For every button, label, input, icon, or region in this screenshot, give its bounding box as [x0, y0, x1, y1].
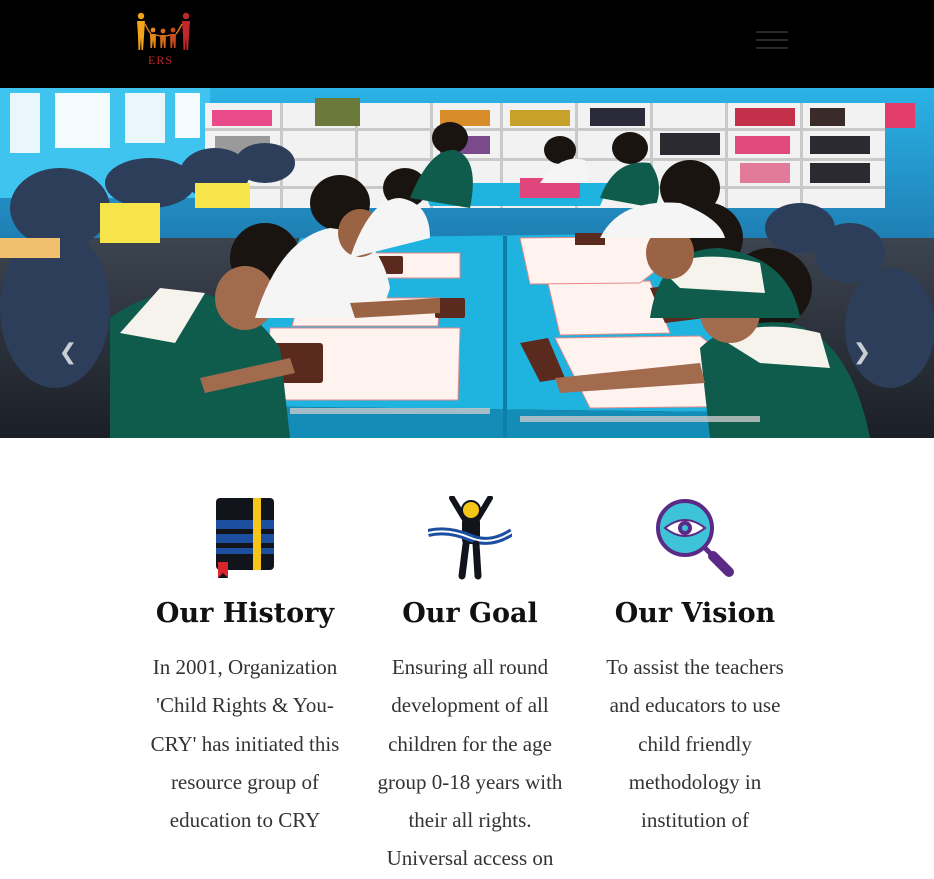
book-icon: [203, 496, 287, 580]
children-using-abacus-in-classroom-photo: [0, 88, 934, 438]
feature-text-goal: Ensuring all round development of all ch…: [377, 655, 563, 871]
feature-text-vision: To assist the teachers and educators to …: [606, 655, 784, 833]
feature-title-vision: Our Vision: [614, 598, 776, 629]
feature-text-history: In 2001, Organization 'Child Rights & Yo…: [150, 655, 340, 833]
top-navbar: ERS: [0, 0, 934, 88]
logo-text: ERS: [148, 53, 174, 67]
carousel-prev-button[interactable]: ❮: [56, 338, 80, 368]
feature-title-history: Our History: [155, 598, 335, 629]
finish-line-runner-icon: [427, 495, 515, 580]
carousel-next-button[interactable]: ❯: [850, 338, 874, 368]
hamburger-menu-icon[interactable]: [756, 28, 790, 52]
eye-magnifier-icon: [653, 496, 737, 580]
chevron-left-icon: ❮: [58, 340, 78, 365]
feature-title-goal: Our Goal: [402, 598, 538, 629]
features-section: Our History In 2001, Organization 'Child…: [0, 438, 934, 879]
chevron-right-icon: ❯: [852, 340, 872, 365]
hero-carousel: ❮ ❯: [0, 88, 934, 438]
